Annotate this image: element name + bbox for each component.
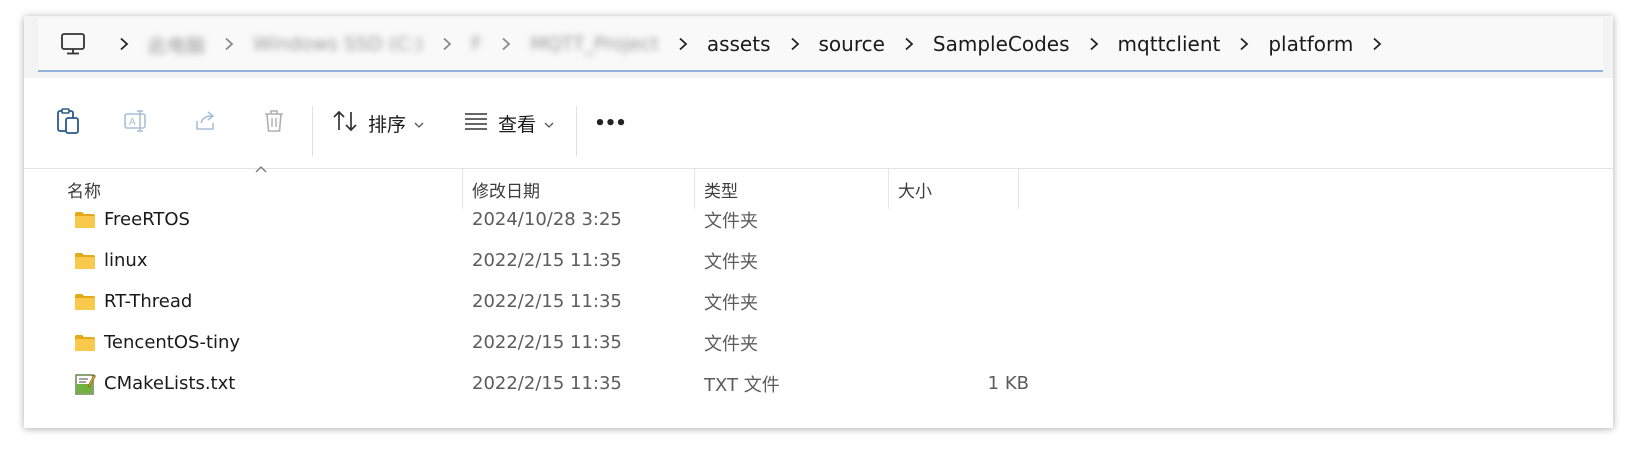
file-name: FreeRTOS (104, 209, 190, 230)
command-bar: A 排序 查看 ••• (24, 78, 1613, 169)
breadcrumb-item-this-pc[interactable]: 此电脑 (146, 31, 207, 58)
chevron-right-icon[interactable] (488, 26, 524, 62)
file-name: linux (104, 250, 148, 271)
chevron-right-icon[interactable] (777, 26, 813, 62)
file-row[interactable]: RT-Thread 2022/2/15 11:35 文件夹 (48, 281, 1048, 322)
chevron-right-icon[interactable] (1076, 26, 1112, 62)
chevron-right-icon[interactable] (665, 26, 701, 62)
file-date: 2022/2/15 11:35 (472, 332, 622, 353)
view-button[interactable]: 查看 (464, 102, 554, 144)
file-row[interactable]: CMakeLists.txt 2022/2/15 11:35 TXT 文件 1 … (48, 363, 1048, 404)
trash-icon (262, 108, 286, 138)
address-bar-area: 此电脑 Windows SSD (C:) F MQTT_Project asse… (24, 16, 1613, 78)
breadcrumb-item-platform[interactable]: platform (1266, 32, 1355, 56)
folder-icon (74, 331, 98, 355)
file-type: 文件夹 (704, 210, 758, 232)
computer-icon[interactable] (58, 29, 88, 59)
file-type: 文件夹 (704, 333, 758, 355)
sort-icon (332, 109, 358, 137)
delete-button[interactable] (256, 102, 292, 144)
paste-button[interactable] (50, 102, 86, 144)
sort-label: 排序 (368, 113, 407, 136)
clipboard-icon (55, 107, 81, 139)
chevron-down-icon (544, 114, 554, 133)
file-type: 文件夹 (704, 292, 758, 314)
file-explorer-window: 此电脑 Windows SSD (C:) F MQTT_Project asse… (24, 16, 1613, 428)
breadcrumb-item-assets[interactable]: assets (705, 32, 773, 56)
file-date: 2022/2/15 11:35 (472, 291, 622, 312)
text-file-icon (74, 372, 98, 396)
file-date: 2022/2/15 11:35 (472, 373, 622, 394)
file-date: 2024/10/28 3:25 (472, 209, 622, 230)
file-name: TencentOS-tiny (104, 332, 241, 353)
address-bar[interactable]: 此电脑 Windows SSD (C:) F MQTT_Project asse… (38, 18, 1603, 72)
file-size (898, 281, 1029, 322)
file-row[interactable]: FreeRTOS 2024/10/28 3:25 文件夹 (48, 199, 1048, 240)
file-row[interactable]: TencentOS-tiny 2022/2/15 11:35 文件夹 (48, 322, 1048, 363)
file-row[interactable]: linux 2022/2/15 11:35 文件夹 (48, 240, 1048, 281)
folder-icon (74, 290, 98, 314)
chevron-right-icon[interactable] (106, 26, 142, 62)
view-label: 查看 (498, 113, 537, 136)
breadcrumb-item-project[interactable]: MQTT_Project (528, 33, 661, 55)
file-size (898, 240, 1029, 281)
file-size (898, 199, 1029, 240)
svg-text:A: A (129, 117, 136, 128)
chevron-down-icon (414, 114, 424, 133)
file-name: RT-Thread (104, 291, 193, 312)
file-size (898, 322, 1029, 363)
breadcrumb-item-mqttclient[interactable]: mqttclient (1116, 32, 1223, 56)
chevron-right-icon[interactable] (211, 26, 247, 62)
toolbar-divider (312, 106, 313, 156)
file-name: CMakeLists.txt (104, 373, 236, 394)
more-options-button[interactable]: ••• (592, 102, 628, 144)
chevron-right-icon[interactable] (1226, 26, 1262, 62)
view-list-icon (464, 112, 488, 134)
chevron-right-icon[interactable] (1359, 26, 1395, 62)
breadcrumb-item-drive[interactable]: Windows SSD (C:) (251, 33, 425, 55)
chevron-right-icon[interactable] (891, 26, 927, 62)
file-type: 文件夹 (704, 251, 758, 273)
breadcrumb-item-folder-f[interactable]: F (469, 33, 484, 55)
breadcrumb-item-source[interactable]: source (817, 32, 887, 56)
chevron-right-icon[interactable] (429, 26, 465, 62)
file-date: 2022/2/15 11:35 (472, 250, 622, 271)
folder-icon (74, 249, 98, 273)
share-icon (193, 109, 219, 137)
rename-icon: A (123, 108, 151, 138)
share-button[interactable] (188, 102, 224, 144)
toolbar-divider (576, 106, 577, 156)
folder-icon (74, 208, 98, 232)
sort-button[interactable]: 排序 (332, 102, 424, 144)
file-type: TXT 文件 (704, 374, 780, 396)
breadcrumb-item-samplecodes[interactable]: SampleCodes (931, 32, 1072, 56)
file-size: 1 KB (987, 373, 1029, 394)
rename-button[interactable]: A (119, 102, 155, 144)
